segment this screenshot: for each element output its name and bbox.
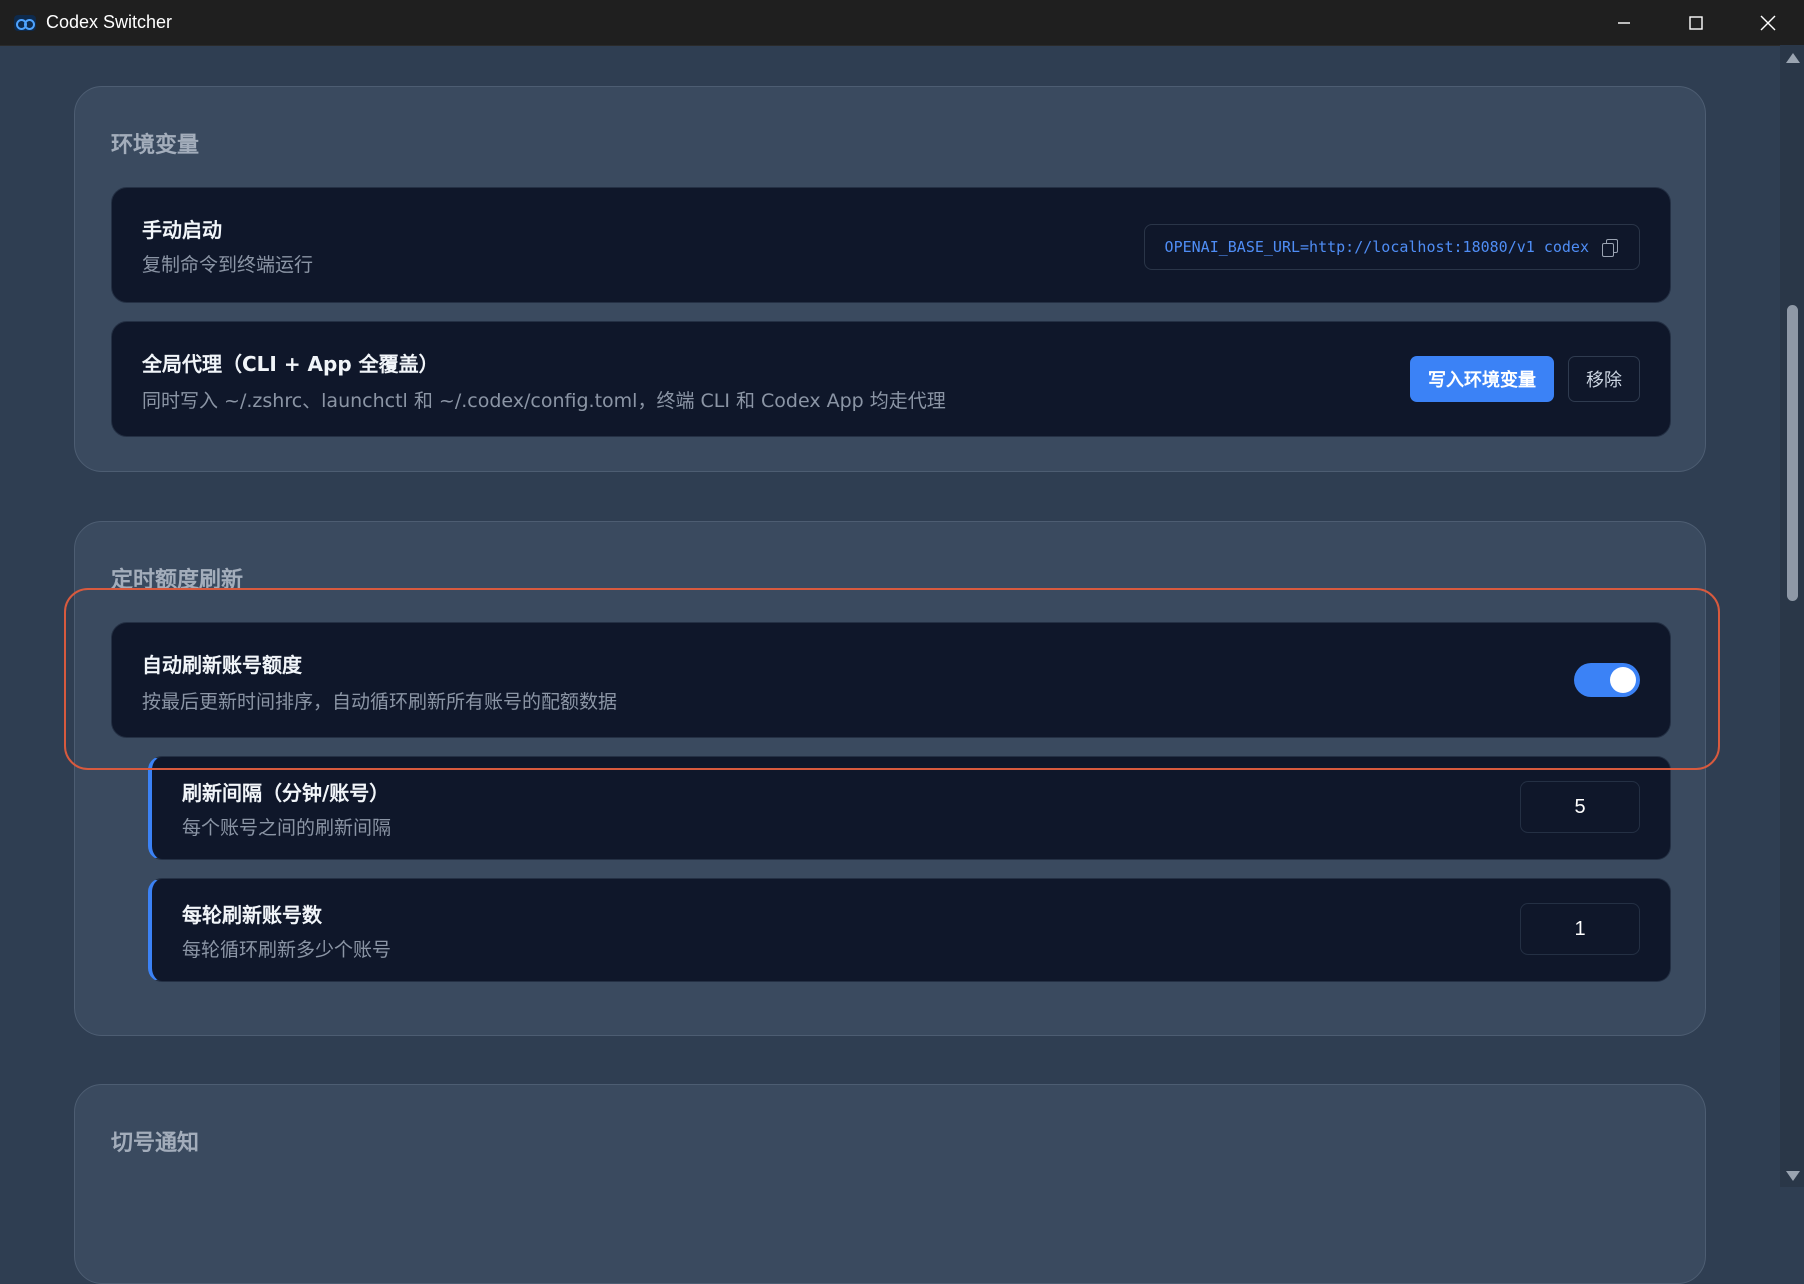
scroll-up-arrow-icon[interactable] [1786,53,1800,63]
refresh-interval-input[interactable]: 5 [1520,781,1640,833]
manual-start-desc: 复制命令到终端运行 [142,254,314,276]
notify-section-title: 切号通知 [111,1131,200,1156]
per-round-title: 每轮刷新账号数 [182,903,322,927]
global-proxy-title: 全局代理（CLI + App 全覆盖） [142,352,439,376]
manual-start-card: 手动启动 复制命令到终端运行 OPENAI_BASE_URL=http://lo… [111,187,1671,303]
scroll-thumb[interactable] [1787,305,1798,601]
command-box[interactable]: OPENAI_BASE_URL=http://localhost:18080/v… [1143,224,1640,270]
env-section: 环境变量 手动启动 复制命令到终端运行 OPENAI_BASE_URL=http… [74,86,1706,472]
refresh-interval-title: 刷新间隔（分钟/账号） [182,781,390,805]
window-controls [1588,0,1804,45]
global-proxy-card: 全局代理（CLI + App 全覆盖） 同时写入 ~/.zshrc、launch… [111,321,1671,437]
global-proxy-desc: 同时写入 ~/.zshrc、launchctl 和 ~/.codex/confi… [142,390,946,412]
minimize-icon [1618,21,1630,24]
per-round-desc: 每轮循环刷新多少个账号 [182,939,392,961]
copy-icon[interactable] [1601,238,1619,257]
refresh-interval-desc: 每个账号之间的刷新间隔 [182,817,392,839]
per-round-input[interactable]: 1 [1520,903,1640,955]
vertical-scrollbar[interactable] [1780,45,1804,1187]
minimize-button[interactable] [1588,0,1660,45]
remove-button[interactable]: 移除 [1568,356,1640,402]
title-bar: Codex Switcher [0,0,1804,46]
write-env-button[interactable]: 写入环境变量 [1410,356,1554,402]
window-title: Codex Switcher [46,12,173,32]
env-section-title: 环境变量 [111,133,200,158]
manual-start-title: 手动启动 [142,218,222,242]
maximize-icon [1689,15,1703,30]
scroll-down-arrow-icon[interactable] [1786,1171,1800,1181]
close-icon [1760,15,1776,30]
maximize-button[interactable] [1660,0,1732,45]
highlight-box [64,588,1720,770]
app-logo-icon [14,14,36,31]
notify-section: 切号通知 [74,1084,1706,1284]
refresh-interval-card: 刷新间隔（分钟/账号） 每个账号之间的刷新间隔 5 [148,756,1671,860]
per-round-card: 每轮刷新账号数 每轮循环刷新多少个账号 1 [148,878,1671,982]
command-text: OPENAI_BASE_URL=http://localhost:18080/v… [1164,238,1589,256]
close-button[interactable] [1732,0,1804,45]
